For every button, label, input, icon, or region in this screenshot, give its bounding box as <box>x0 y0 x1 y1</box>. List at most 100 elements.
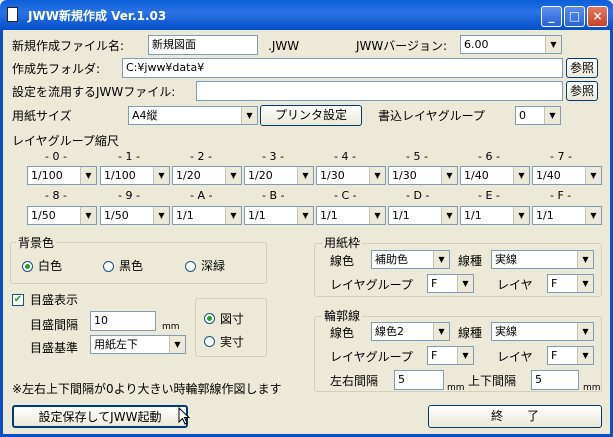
background-radio-0[interactable] <box>22 261 33 272</box>
background-option-label: 黒色 <box>119 259 144 273</box>
border-tb-unit: mm <box>583 383 601 393</box>
scale-header-1-5: - D - <box>406 189 430 202</box>
background-radio-2[interactable] <box>185 261 196 272</box>
version-select[interactable]: 6.00 ▼ <box>460 35 562 54</box>
chevron-down-icon: ▼ <box>80 207 96 224</box>
chevron-down-icon: ▼ <box>441 167 457 184</box>
write-layer-select[interactable]: 0 ▼ <box>515 106 561 125</box>
template-label: 設定を流用するJWWファイル: <box>12 85 176 99</box>
maximize-button[interactable]: □ <box>564 6 585 27</box>
folder-input[interactable]: C:¥jww¥data¥ <box>122 58 563 78</box>
scale-select-0-1[interactable]: 1/100 ▼ <box>100 166 170 185</box>
scale-select-0-5[interactable]: 1/30 ▼ <box>388 166 458 185</box>
scale-header-1-0: - 8 - <box>45 189 67 202</box>
chevron-down-icon: ▼ <box>297 167 313 184</box>
paper-frame-color-select[interactable]: 補助色 ▼ <box>371 250 450 269</box>
chevron-down-icon: ▼ <box>585 167 601 184</box>
grid-show-checkbox[interactable]: ✔ <box>12 294 24 306</box>
chevron-down-icon: ▼ <box>577 275 593 292</box>
paper-frame-type-select[interactable]: 実線 ▼ <box>491 250 594 269</box>
border-group-select[interactable]: F ▼ <box>427 346 474 365</box>
close-button[interactable]: × <box>587 6 608 27</box>
scale-header-1-3: - B - <box>262 189 285 202</box>
chevron-down-icon: ▼ <box>80 167 96 184</box>
border-layer-select[interactable]: F ▼ <box>547 346 594 365</box>
grid-unit-option-label: 図寸 <box>220 312 245 326</box>
scale-value: 1/20 <box>248 169 273 182</box>
save-and-launch-button[interactable]: 設定保存してJWW起動 <box>12 405 188 428</box>
scale-select-0-3[interactable]: 1/20 ▼ <box>244 166 314 185</box>
scale-value: 1/40 <box>464 169 489 182</box>
scale-select-1-3[interactable]: 1/1 ▼ <box>244 206 314 225</box>
border-color-select[interactable]: 線色2 ▼ <box>371 322 450 341</box>
paper-frame-color-value: 補助色 <box>375 253 408 266</box>
scale-select-1-6[interactable]: 1/1 ▼ <box>460 206 530 225</box>
chevron-down-icon: ▼ <box>153 207 169 224</box>
border-type-select[interactable]: 実線 ▼ <box>491 322 594 341</box>
paper-frame-layer-select[interactable]: F ▼ <box>547 274 594 293</box>
border-group-value: F <box>431 349 438 362</box>
chevron-down-icon: ▼ <box>225 167 241 184</box>
scale-header-0-1: - 1 - <box>118 150 140 163</box>
scale-select-0-4[interactable]: 1/30 ▼ <box>316 166 386 185</box>
paper-size-label: 用紙サイズ <box>12 109 72 123</box>
paper-frame-color-label: 線色 <box>330 254 355 268</box>
scale-value: 1/50 <box>31 209 56 222</box>
chevron-down-icon: ▼ <box>577 347 593 364</box>
border-lr-input[interactable]: 5 <box>394 370 444 390</box>
scale-select-1-1[interactable]: 1/50 ▼ <box>100 206 170 225</box>
chevron-down-icon: ▼ <box>513 207 529 224</box>
scale-value: 1/1 <box>392 209 410 222</box>
scale-value: 1/20 <box>176 169 201 182</box>
scale-select-1-7[interactable]: 1/1 ▼ <box>532 206 602 225</box>
paper-size-value: A4縦 <box>132 109 158 122</box>
scale-select-1-5[interactable]: 1/1 ▼ <box>388 206 458 225</box>
chevron-down-icon: ▼ <box>369 207 385 224</box>
filename-input[interactable]: 新規図面 <box>148 35 258 55</box>
paper-frame-group-select[interactable]: F ▼ <box>427 274 474 293</box>
app-icon <box>7 7 18 22</box>
scale-select-0-0[interactable]: 1/100 ▼ <box>27 166 97 185</box>
grid-unit-radio-0[interactable] <box>204 313 215 324</box>
scale-select-0-2[interactable]: 1/20 ▼ <box>172 166 242 185</box>
border-tb-label: 上下間隔 <box>468 374 517 388</box>
scale-select-1-0[interactable]: 1/50 ▼ <box>27 206 97 225</box>
chevron-down-icon: ▼ <box>225 207 241 224</box>
mouse-pointer-icon <box>178 407 190 425</box>
grid-interval-input[interactable]: 10 <box>90 311 156 331</box>
scale-select-0-6[interactable]: 1/40 ▼ <box>460 166 530 185</box>
border-group-label: レイヤグループ <box>330 350 413 364</box>
scale-header-1-4: - C - <box>334 189 357 202</box>
template-browse-button[interactable]: 参照 <box>566 81 598 101</box>
grid-base-label: 目盛基準 <box>30 341 79 355</box>
grid-unit-radio-1[interactable] <box>204 336 215 347</box>
scale-value: 1/40 <box>536 169 561 182</box>
minimize-button[interactable]: _ <box>541 6 562 27</box>
printer-settings-button[interactable]: プリンタ設定 <box>260 105 362 126</box>
grid-base-select[interactable]: 用紙左下 ▼ <box>90 335 186 354</box>
scale-select-1-4[interactable]: 1/1 ▼ <box>316 206 386 225</box>
border-tb-input[interactable]: 5 <box>531 370 579 390</box>
exit-button[interactable]: 終 了 <box>428 405 602 428</box>
scale-header-0-4: - 4 - <box>334 150 356 163</box>
chevron-down-icon: ▼ <box>433 323 449 340</box>
scale-select-1-2[interactable]: 1/1 ▼ <box>172 206 242 225</box>
border-lr-unit: mm <box>447 383 465 393</box>
scale-select-0-7[interactable]: 1/40 ▼ <box>532 166 602 185</box>
border-color-value: 線色2 <box>375 325 404 338</box>
folder-browse-button[interactable]: 参照 <box>566 58 598 78</box>
background-option-label: 深緑 <box>201 259 226 273</box>
write-layer-value: 0 <box>519 109 526 122</box>
paper-frame-group-value: F <box>431 277 438 290</box>
scale-header-1-1: - 9 - <box>118 189 140 202</box>
border-type-value: 実線 <box>495 325 517 338</box>
background-radio-1[interactable] <box>103 261 114 272</box>
paper-size-select[interactable]: A4縦 ▼ <box>128 106 258 125</box>
grid-interval-label: 目盛間隔 <box>30 318 79 332</box>
scale-value: 1/30 <box>320 169 345 182</box>
grid-interval-unit: mm <box>162 322 180 332</box>
paper-frame-type-value: 実線 <box>495 253 517 266</box>
extension-label: .JWW <box>268 39 300 53</box>
template-input[interactable] <box>196 81 563 101</box>
window-title: JWW新規作成 Ver.1.03 <box>28 9 167 23</box>
